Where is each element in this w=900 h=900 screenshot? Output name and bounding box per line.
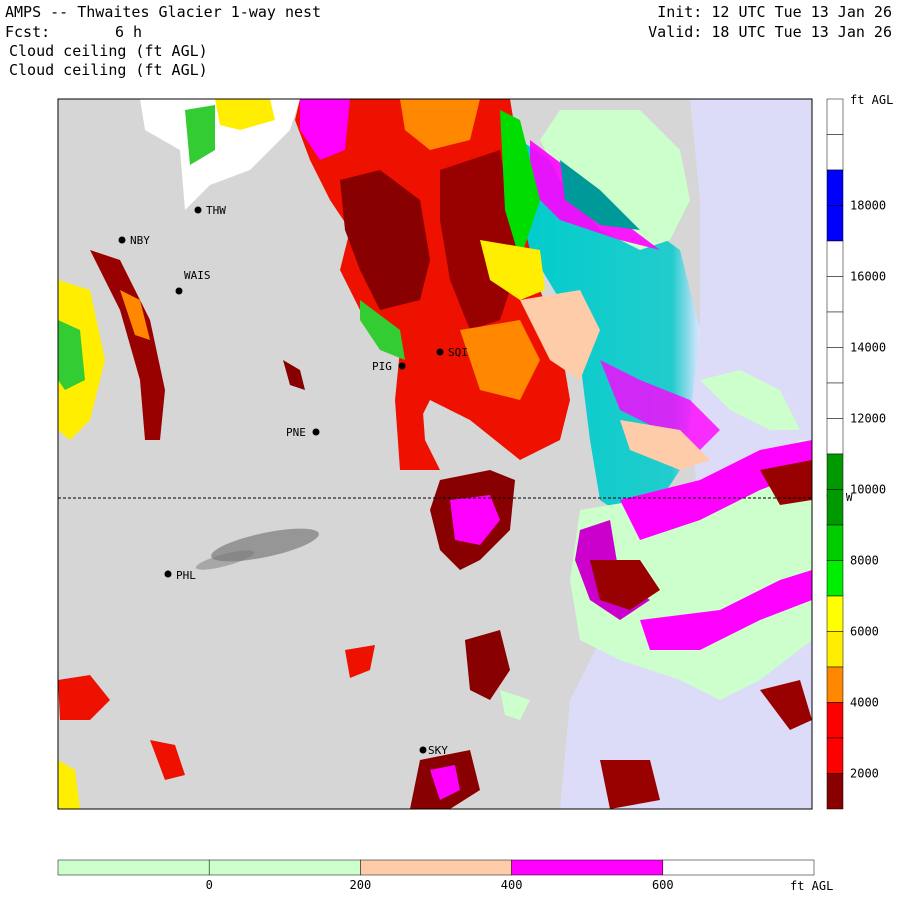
station-label: WAIS bbox=[184, 269, 211, 282]
station-marker bbox=[436, 348, 444, 356]
bottom-colorbar-unit: ft AGL bbox=[790, 879, 833, 893]
colorbar-tick-label: 4000 bbox=[850, 696, 879, 710]
colorbar-segment bbox=[826, 595, 844, 632]
colorbar-segment bbox=[826, 737, 844, 774]
colorbar-tick-label: 8000 bbox=[850, 554, 879, 568]
colorbar-segment bbox=[826, 382, 844, 419]
station-marker bbox=[312, 428, 320, 436]
colorbar-segment bbox=[826, 311, 844, 348]
colorbar-segment bbox=[826, 276, 844, 313]
colorbar-segment bbox=[208, 859, 361, 876]
bottom-colorbar: 0 200 400 600 bbox=[57, 859, 815, 892]
colorbar-tick-label: 12000 bbox=[850, 412, 886, 426]
station-label: SKY bbox=[428, 744, 448, 757]
station-marker bbox=[164, 570, 172, 578]
map-field bbox=[58, 99, 812, 809]
station-label: PIG bbox=[372, 360, 392, 373]
colorbar-segment bbox=[826, 560, 844, 597]
station-label: THW bbox=[206, 204, 226, 217]
colorbar-tick-label: 600 bbox=[652, 878, 674, 892]
colorbar-segment bbox=[826, 418, 844, 455]
colorbar-tick-label: 200 bbox=[350, 878, 372, 892]
colorbar-segment bbox=[826, 666, 844, 703]
colorbar-tick-label: 0 bbox=[206, 878, 213, 892]
station-marker bbox=[398, 362, 406, 370]
station-label: PNE bbox=[286, 426, 306, 439]
right-colorbar-unit: ft AGL bbox=[850, 93, 893, 107]
station-marker bbox=[194, 206, 202, 214]
colorbar-segment bbox=[360, 859, 512, 876]
map-canvas: THWNBYWAISPIGPNEPHLSKYSQI 90 W 180001600… bbox=[57, 93, 893, 893]
station-label: NBY bbox=[130, 234, 150, 247]
colorbar-tick-label: 6000 bbox=[850, 625, 879, 639]
station-marker bbox=[419, 746, 427, 754]
colorbar-tick-label: 14000 bbox=[850, 341, 886, 355]
colorbar-segment bbox=[826, 489, 844, 526]
colorbar-segment bbox=[826, 134, 844, 171]
colorbar-segment bbox=[826, 169, 844, 206]
colorbar-segment bbox=[826, 524, 844, 561]
colorbar-segment bbox=[826, 702, 844, 739]
colorbar-tick-label: 10000 bbox=[850, 483, 886, 497]
station-label: PHL bbox=[176, 569, 196, 582]
colorbar-tick-label: 2000 bbox=[850, 767, 879, 781]
colorbar-segment bbox=[826, 631, 844, 668]
colorbar-segment bbox=[511, 859, 664, 876]
colorbar-tick-label: 18000 bbox=[850, 199, 886, 213]
colorbar-segment bbox=[826, 240, 844, 277]
station-marker bbox=[118, 236, 126, 244]
colorbar-tick-label: 16000 bbox=[850, 270, 886, 284]
colorbar-segment bbox=[826, 347, 844, 384]
station-marker bbox=[175, 287, 183, 295]
colorbar-segment bbox=[57, 859, 210, 876]
colorbar-segment bbox=[826, 205, 844, 242]
right-colorbar: 18000 16000 14000 12000 10000 8000 6000 4000 200… bbox=[826, 98, 886, 810]
colorbar-segment bbox=[826, 773, 844, 810]
station-label: SQI bbox=[448, 346, 468, 359]
colorbar-segment bbox=[826, 98, 844, 135]
colorbar-tick-label: 400 bbox=[501, 878, 523, 892]
colorbar-segment bbox=[662, 859, 815, 876]
colorbar-segment bbox=[826, 453, 844, 490]
